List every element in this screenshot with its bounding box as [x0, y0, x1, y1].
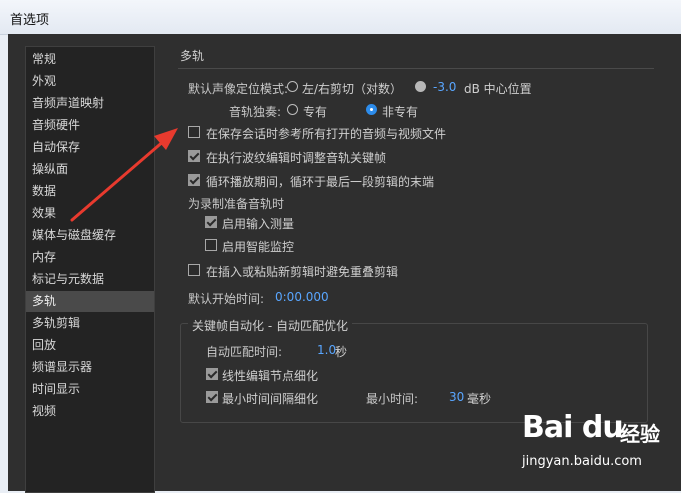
sidebar-item-appearance[interactable]: 外观	[26, 71, 154, 92]
save-sessions-checkbox[interactable]	[188, 126, 200, 138]
input-meter-checkbox[interactable]	[205, 216, 217, 228]
auto-match-time-label: 自动匹配时间:	[206, 345, 283, 359]
sidebar-item-multitrack-clips[interactable]: 多轨剪辑	[26, 313, 154, 334]
sidebar-item-spectral-display[interactable]: 频谱显示器	[26, 357, 154, 378]
ripple-edit-label[interactable]: 在执行波纹编辑时调整音轨关键帧	[206, 149, 386, 166]
min-interval-label[interactable]: 最小时间间隔细化	[222, 390, 318, 407]
track-solo-label: 音轨独奏:	[229, 105, 282, 119]
sidebar-item-general[interactable]: 常规	[26, 49, 154, 70]
section-divider	[178, 68, 654, 69]
min-time-unit: 毫秒	[467, 392, 492, 406]
default-start-time-label: 默认开始时间:	[188, 292, 265, 306]
pan-mode-label: 默认声像定位模式:	[188, 82, 289, 96]
sidebar-item-media-cache[interactable]: 媒体与磁盘缓存	[26, 225, 154, 246]
smart-monitor-checkbox[interactable]	[205, 239, 217, 251]
linear-edit-label[interactable]: 线性编辑节点细化	[222, 367, 318, 384]
baidu-watermark: Bai du 经验 jingyan.baidu.com	[522, 410, 672, 480]
category-sidebar: 常规 外观 音频声道映射 音频硬件 自动保存 操纵面 数据 效果 媒体与磁盘缓存…	[25, 46, 155, 493]
ripple-edit-checkbox[interactable]	[188, 150, 200, 162]
auto-match-time-value[interactable]: 1.0	[317, 343, 336, 357]
sidebar-item-auto-save[interactable]: 自动保存	[26, 137, 154, 158]
min-interval-checkbox[interactable]	[206, 391, 218, 403]
sidebar-item-multitrack[interactable]: 多轨	[26, 291, 154, 312]
solo-option-non-exclusive[interactable]: 非专有	[382, 103, 418, 120]
section-title: 多轨	[180, 49, 205, 63]
default-start-time-value[interactable]: 0:00.000	[275, 290, 329, 304]
keyframe-group-title: 关键帧自动化 - 自动匹配优化	[188, 317, 352, 334]
pan-mode-radio-lr-cut[interactable]	[287, 81, 298, 92]
pan-mode-radio-center[interactable]	[415, 81, 426, 92]
sidebar-item-time-display[interactable]: 时间显示	[26, 379, 154, 400]
watermark-url: jingyan.baidu.com	[522, 454, 642, 469]
sidebar-item-data[interactable]: 数据	[26, 181, 154, 202]
baidu-logo: Bai du	[522, 410, 624, 445]
min-time-label: 最小时间:	[366, 392, 419, 406]
linear-edit-checkbox[interactable]	[206, 368, 218, 380]
sidebar-item-video[interactable]: 视频	[26, 401, 154, 422]
save-sessions-label[interactable]: 在保存会话时参考所有打开的音频与视频文件	[206, 125, 446, 142]
min-time-value[interactable]: 30	[449, 390, 464, 404]
pan-mode-unit: dB 中心位置	[464, 82, 532, 96]
window-titlebar: 首选项	[0, 0, 681, 35]
avoid-overlap-label[interactable]: 在插入或粘贴新剪辑时避免重叠剪辑	[206, 263, 398, 280]
loop-playback-label[interactable]: 循环播放期间，循环于最后一段剪辑的末端	[206, 173, 434, 190]
input-meter-label[interactable]: 启用输入测量	[222, 215, 294, 232]
window-title: 首选项	[10, 13, 50, 28]
sidebar-item-markers-metadata[interactable]: 标记与元数据	[26, 269, 154, 290]
avoid-overlap-checkbox[interactable]	[188, 264, 200, 276]
pan-mode-value[interactable]: -3.0	[433, 80, 456, 94]
solo-radio-non-exclusive[interactable]	[366, 104, 377, 115]
sidebar-item-control-surface[interactable]: 操纵面	[26, 159, 154, 180]
sidebar-item-audio-hardware[interactable]: 音频硬件	[26, 115, 154, 136]
solo-radio-exclusive[interactable]	[287, 104, 298, 115]
loop-playback-checkbox[interactable]	[188, 174, 200, 186]
record-section-label: 为录制准备音轨时	[188, 197, 285, 211]
pan-mode-option-lr-cut[interactable]: 左/右剪切（对数）	[302, 80, 402, 97]
auto-match-time-unit: 秒	[335, 345, 348, 359]
watermark-cn-text: 经验	[620, 422, 660, 446]
sidebar-item-audio-channel-mapping[interactable]: 音频声道映射	[26, 93, 154, 114]
sidebar-item-playback[interactable]: 回放	[26, 335, 154, 356]
sidebar-item-memory[interactable]: 内存	[26, 247, 154, 268]
solo-option-exclusive[interactable]: 专有	[303, 103, 327, 120]
sidebar-item-effects[interactable]: 效果	[26, 203, 154, 224]
smart-monitor-label[interactable]: 启用智能监控	[222, 238, 294, 255]
